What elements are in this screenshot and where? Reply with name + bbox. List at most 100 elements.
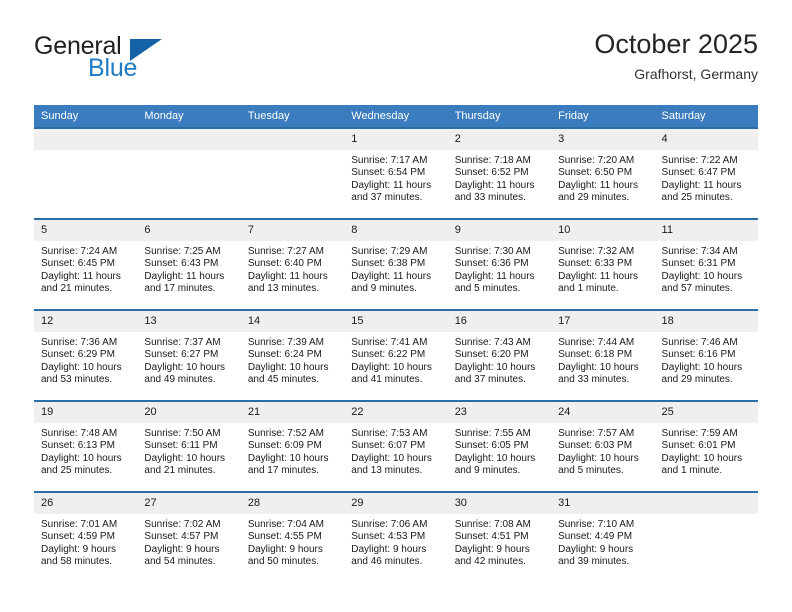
day-cell[interactable]: 31 Sunrise: 7:10 AM Sunset: 4:49 PM Dayl… <box>551 491 655 582</box>
day-cell[interactable] <box>34 127 138 219</box>
day-details: Sunrise: 7:02 AM Sunset: 4:57 PM Dayligh… <box>137 514 240 569</box>
sunset-text: Sunset: 6:03 PM <box>558 440 633 452</box>
sunrise-text: Sunrise: 7:57 AM <box>558 428 635 439</box>
day-number: 27 <box>137 493 241 514</box>
daylight-text: Daylight: 10 hours and 37 minutes. <box>454 361 536 386</box>
day-number: 31 <box>551 493 655 514</box>
day-cell[interactable]: 24 Sunrise: 7:57 AM Sunset: 6:03 PM Dayl… <box>551 400 655 492</box>
daylight-text: Daylight: 10 hours and 53 minutes. <box>41 361 122 386</box>
day-number: 15 <box>344 311 448 332</box>
day-cell[interactable]: 20 Sunrise: 7:50 AM Sunset: 6:11 PM Dayl… <box>137 400 241 492</box>
day-cell[interactable]: 10 Sunrise: 7:32 AM Sunset: 6:33 PM Dayl… <box>551 218 655 310</box>
day-details: Sunrise: 7:30 AM Sunset: 6:36 PM Dayligh… <box>448 241 551 296</box>
sunrise-text: Sunrise: 7:10 AM <box>558 519 635 530</box>
day-cell[interactable]: 25 Sunrise: 7:59 AM Sunset: 6:01 PM Dayl… <box>654 400 758 492</box>
day-cell[interactable]: 1 Sunrise: 7:17 AM Sunset: 6:54 PM Dayli… <box>344 127 448 219</box>
day-details <box>241 150 344 155</box>
daylight-text: Daylight: 10 hours and 29 minutes. <box>661 361 743 386</box>
daylight-text: Daylight: 9 hours and 54 minutes. <box>144 543 220 568</box>
sunset-text: Sunset: 6:33 PM <box>558 258 633 270</box>
day-details: Sunrise: 7:01 AM Sunset: 4:59 PM Dayligh… <box>34 514 137 569</box>
sunset-text: Sunset: 6:20 PM <box>454 349 529 361</box>
day-number: 22 <box>344 402 448 423</box>
sunrise-text: Sunrise: 7:18 AM <box>454 155 531 166</box>
sunset-text: Sunset: 4:55 PM <box>247 531 322 543</box>
sunset-text: Sunset: 6:27 PM <box>144 349 219 361</box>
day-cell[interactable] <box>137 127 241 219</box>
day-cell[interactable]: 18 Sunrise: 7:46 AM Sunset: 6:16 PM Dayl… <box>654 309 758 401</box>
day-cell[interactable]: 5 Sunrise: 7:24 AM Sunset: 6:45 PM Dayli… <box>34 218 138 310</box>
day-number: 25 <box>654 402 758 423</box>
day-cell[interactable] <box>654 491 758 582</box>
sunset-text: Sunset: 4:57 PM <box>144 531 219 543</box>
day-cell[interactable]: 16 Sunrise: 7:43 AM Sunset: 6:20 PM Dayl… <box>447 309 552 401</box>
day-cell[interactable]: 9 Sunrise: 7:30 AM Sunset: 6:36 PM Dayli… <box>447 218 552 310</box>
day-details <box>655 514 758 519</box>
day-details: Sunrise: 7:50 AM Sunset: 6:11 PM Dayligh… <box>137 423 240 478</box>
day-cell[interactable]: 15 Sunrise: 7:41 AM Sunset: 6:22 PM Dayl… <box>344 309 448 401</box>
sunset-text: Sunset: 6:18 PM <box>558 349 633 361</box>
day-cell[interactable]: 23 Sunrise: 7:55 AM Sunset: 6:05 PM Dayl… <box>447 400 552 492</box>
sunset-text: Sunset: 6:47 PM <box>661 167 736 179</box>
day-cell[interactable]: 11 Sunrise: 7:34 AM Sunset: 6:31 PM Dayl… <box>654 218 758 310</box>
day-number: 18 <box>654 311 758 332</box>
day-cell[interactable]: 28 Sunrise: 7:04 AM Sunset: 4:55 PM Dayl… <box>240 491 345 582</box>
weekday-header-monday: Monday <box>137 105 241 128</box>
day-cell[interactable]: 3 Sunrise: 7:20 AM Sunset: 6:50 PM Dayli… <box>551 127 655 219</box>
calendar-header-row-group: Sunday Monday Tuesday Wednesday Thursday… <box>34 105 758 128</box>
day-number <box>240 129 345 150</box>
day-cell[interactable]: 14 Sunrise: 7:39 AM Sunset: 6:24 PM Dayl… <box>240 309 345 401</box>
day-details: Sunrise: 7:57 AM Sunset: 6:03 PM Dayligh… <box>551 423 654 478</box>
day-cell[interactable]: 2 Sunrise: 7:18 AM Sunset: 6:52 PM Dayli… <box>447 127 552 219</box>
daylight-text: Daylight: 9 hours and 42 minutes. <box>454 543 530 568</box>
day-number: 26 <box>34 493 138 514</box>
day-details: Sunrise: 7:24 AM Sunset: 6:45 PM Dayligh… <box>34 241 137 296</box>
day-details: Sunrise: 7:55 AM Sunset: 6:05 PM Dayligh… <box>448 423 551 478</box>
page-header: General Blue October 2025 Grafhorst, Ger… <box>34 28 758 98</box>
calendar-body: 1 Sunrise: 7:17 AM Sunset: 6:54 PM Dayli… <box>34 127 758 582</box>
day-cell[interactable]: 12 Sunrise: 7:36 AM Sunset: 6:29 PM Dayl… <box>34 309 138 401</box>
day-cell[interactable]: 21 Sunrise: 7:52 AM Sunset: 6:09 PM Dayl… <box>240 400 345 492</box>
generalblue-logo[interactable]: General Blue <box>34 28 264 88</box>
daylight-text: Daylight: 11 hours and 5 minutes. <box>454 270 535 295</box>
day-details: Sunrise: 7:44 AM Sunset: 6:18 PM Dayligh… <box>551 332 654 387</box>
daylight-text: Daylight: 10 hours and 21 minutes. <box>144 452 226 477</box>
sunset-text: Sunset: 6:16 PM <box>661 349 736 361</box>
sunrise-text: Sunrise: 7:52 AM <box>247 428 324 439</box>
sunset-text: Sunset: 6:54 PM <box>351 167 426 179</box>
day-cell[interactable]: 17 Sunrise: 7:44 AM Sunset: 6:18 PM Dayl… <box>551 309 655 401</box>
day-cell[interactable]: 4 Sunrise: 7:22 AM Sunset: 6:47 PM Dayli… <box>654 127 758 219</box>
day-cell[interactable]: 27 Sunrise: 7:02 AM Sunset: 4:57 PM Dayl… <box>137 491 241 582</box>
day-number <box>654 493 758 514</box>
sunset-text: Sunset: 6:01 PM <box>661 440 736 452</box>
daylight-text: Daylight: 10 hours and 49 minutes. <box>144 361 226 386</box>
day-cell[interactable]: 29 Sunrise: 7:06 AM Sunset: 4:53 PM Dayl… <box>344 491 448 582</box>
day-number: 9 <box>447 220 552 241</box>
day-cell[interactable]: 22 Sunrise: 7:53 AM Sunset: 6:07 PM Dayl… <box>344 400 448 492</box>
day-cell[interactable]: 7 Sunrise: 7:27 AM Sunset: 6:40 PM Dayli… <box>240 218 345 310</box>
daylight-text: Daylight: 10 hours and 13 minutes. <box>351 452 432 477</box>
sunrise-text: Sunrise: 7:27 AM <box>247 246 324 257</box>
day-number: 17 <box>551 311 655 332</box>
day-cell[interactable]: 13 Sunrise: 7:37 AM Sunset: 6:27 PM Dayl… <box>137 309 241 401</box>
day-cell[interactable] <box>240 127 345 219</box>
day-cell[interactable]: 6 Sunrise: 7:25 AM Sunset: 6:43 PM Dayli… <box>137 218 241 310</box>
day-number: 5 <box>34 220 138 241</box>
sunset-text: Sunset: 6:11 PM <box>144 440 218 452</box>
day-cell[interactable]: 8 Sunrise: 7:29 AM Sunset: 6:38 PM Dayli… <box>344 218 448 310</box>
sunset-text: Sunset: 4:51 PM <box>454 531 529 543</box>
day-details: Sunrise: 7:25 AM Sunset: 6:43 PM Dayligh… <box>137 241 240 296</box>
day-cell[interactable]: 19 Sunrise: 7:48 AM Sunset: 6:13 PM Dayl… <box>34 400 138 492</box>
day-number: 11 <box>654 220 758 241</box>
calendar-week-row: 1 Sunrise: 7:17 AM Sunset: 6:54 PM Dayli… <box>34 127 758 219</box>
daylight-text: Daylight: 10 hours and 33 minutes. <box>558 361 639 386</box>
sunset-text: Sunset: 4:59 PM <box>41 531 115 543</box>
day-number: 7 <box>240 220 345 241</box>
sunset-text: Sunset: 6:40 PM <box>247 258 322 270</box>
daylight-text: Daylight: 11 hours and 37 minutes. <box>351 179 432 204</box>
weekday-header-sunday: Sunday <box>34 105 138 128</box>
day-cell[interactable]: 26 Sunrise: 7:01 AM Sunset: 4:59 PM Dayl… <box>34 491 138 582</box>
day-cell[interactable]: 30 Sunrise: 7:08 AM Sunset: 4:51 PM Dayl… <box>447 491 552 582</box>
day-number: 2 <box>447 129 552 150</box>
daylight-text: Daylight: 10 hours and 25 minutes. <box>41 452 122 477</box>
